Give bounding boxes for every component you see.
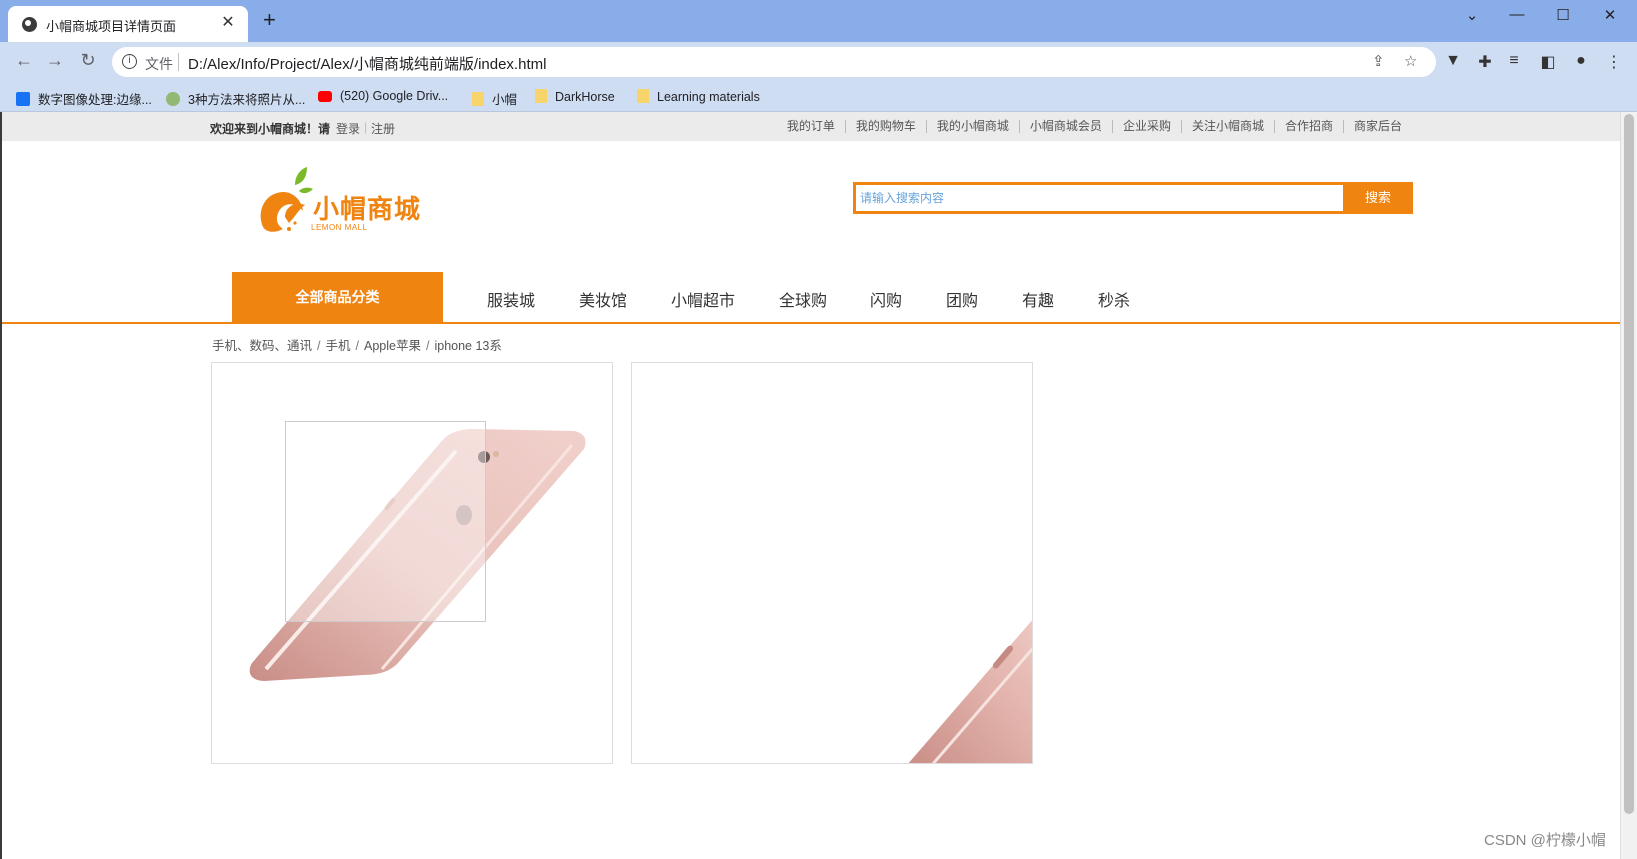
close-window-button[interactable]: ✕ bbox=[1590, 6, 1630, 24]
zoom-view bbox=[631, 362, 1033, 764]
login-link[interactable]: 登录 bbox=[336, 120, 360, 137]
browser-toolbar: ← → ↻ i 文件 D:/Alex/Info/Project/Alex/小帽商… bbox=[0, 42, 1637, 82]
menu-icon[interactable]: ⋮ bbox=[1603, 52, 1625, 72]
globe-icon bbox=[22, 17, 37, 32]
bookmark-item[interactable]: DarkHorse bbox=[535, 89, 615, 104]
logo-brand: 小帽商城 bbox=[313, 194, 422, 224]
bookmarks-bar: 数字图像处理:边缘... 3种方法来将照片从... (520) Google D… bbox=[0, 82, 1637, 112]
wikihow-icon bbox=[166, 92, 180, 106]
tab-title: 小帽商城项目详情页面 bbox=[46, 19, 177, 34]
link-cart[interactable]: 我的购物车 bbox=[844, 120, 926, 133]
bookmark-item[interactable]: Learning materials bbox=[637, 89, 760, 104]
bookmark-item[interactable]: (520) Google Driv... bbox=[318, 89, 448, 103]
url-scheme: 文件 bbox=[145, 56, 173, 72]
bookmark-label: 3种方法来将照片从... bbox=[188, 93, 306, 107]
link-my-orders[interactable]: 我的订单 bbox=[777, 120, 845, 133]
breadcrumb-item[interactable]: 手机、数码、通讯 bbox=[212, 339, 312, 353]
bookmark-label: Learning materials bbox=[657, 90, 760, 104]
divider bbox=[178, 53, 179, 71]
forward-icon[interactable]: → bbox=[43, 50, 67, 71]
magnifier-mask[interactable] bbox=[285, 421, 486, 622]
scrollbar-thumb[interactable] bbox=[1624, 114, 1634, 814]
link-follow[interactable]: 关注小帽商城 bbox=[1180, 120, 1274, 133]
main-nav: 全部商品分类 服装城 美妆馆 小帽超市 全球购 闪购 团购 有趣 秒杀 bbox=[2, 272, 1620, 324]
search-box: 搜索 bbox=[853, 182, 1413, 214]
url-text[interactable]: D:/Alex/Info/Project/Alex/小帽商城纯前端版/index… bbox=[188, 53, 546, 74]
info-icon[interactable]: i bbox=[122, 54, 137, 69]
nav-item[interactable]: 秒杀 bbox=[1098, 287, 1130, 311]
side-panel-icon[interactable]: ◧ bbox=[1537, 52, 1559, 72]
product-preview[interactable] bbox=[211, 362, 613, 764]
lemon-logo-icon bbox=[260, 167, 313, 232]
all-categories-button[interactable]: 全部商品分类 bbox=[232, 272, 443, 322]
bookmark-label: DarkHorse bbox=[555, 90, 615, 104]
welcome-text: 欢迎来到小帽商城！请 bbox=[210, 122, 331, 136]
extension-v-icon[interactable]: ▼ bbox=[1442, 52, 1464, 70]
folder-icon bbox=[472, 92, 484, 106]
logo-subtitle: LEMON MALL bbox=[311, 223, 368, 232]
breadcrumb-item[interactable]: Apple苹果 bbox=[364, 339, 421, 353]
watermark: CSDN @柠檬小帽 bbox=[1484, 832, 1606, 849]
extensions-puzzle-icon[interactable]: ✚ bbox=[1474, 52, 1496, 72]
breadcrumb-item[interactable]: 手机 bbox=[326, 339, 351, 353]
minimize-button[interactable]: — bbox=[1497, 6, 1537, 23]
back-icon[interactable]: ← bbox=[12, 50, 36, 71]
link-partner[interactable]: 合作招商 bbox=[1273, 120, 1343, 133]
bookmark-label: 数字图像处理:边缘... bbox=[38, 93, 152, 107]
zhihu-icon bbox=[16, 92, 30, 106]
nav-item[interactable]: 团购 bbox=[946, 287, 978, 311]
bookmark-item[interactable]: 数字图像处理:边缘... bbox=[16, 89, 152, 108]
link-my-mall[interactable]: 我的小帽商城 bbox=[925, 120, 1019, 133]
nav-item[interactable]: 全球购 bbox=[779, 287, 827, 311]
maximize-button[interactable]: ☐ bbox=[1543, 6, 1583, 24]
new-tab-button[interactable]: + bbox=[263, 9, 276, 31]
nav-item[interactable]: 闪购 bbox=[870, 287, 902, 311]
tab-search-icon[interactable]: ⌄ bbox=[1452, 6, 1492, 24]
bookmark-item[interactable]: 小帽 bbox=[472, 89, 517, 108]
phone-zoom-image bbox=[908, 620, 1032, 763]
link-seller[interactable]: 商家后台 bbox=[1342, 120, 1412, 133]
register-link[interactable]: 注册 bbox=[371, 120, 395, 137]
page-content: 欢迎来到小帽商城！请 登录 | 注册 我的订单 我的购物车 我的小帽商城 小帽商… bbox=[0, 112, 1620, 859]
nav-item[interactable]: 服装城 bbox=[487, 287, 535, 311]
shortcut-links: 我的订单 我的购物车 我的小帽商城 小帽商城会员 企业采购 关注小帽商城 合作招… bbox=[777, 120, 1412, 133]
share-icon[interactable]: ⇪ bbox=[1372, 52, 1385, 70]
site-logo[interactable]: 小帽商城 LEMON MALL bbox=[255, 167, 430, 239]
bookmark-item[interactable]: 3种方法来将照片从... bbox=[166, 89, 305, 108]
divider: | bbox=[364, 120, 368, 134]
reload-icon[interactable]: ↻ bbox=[76, 50, 100, 71]
nav-item[interactable]: 小帽超市 bbox=[671, 287, 735, 311]
address-bar[interactable]: i 文件 D:/Alex/Info/Project/Alex/小帽商城纯前端版/… bbox=[112, 47, 1436, 77]
folder-icon bbox=[535, 89, 547, 103]
link-enterprise[interactable]: 企业采购 bbox=[1111, 120, 1181, 133]
nav-item[interactable]: 有趣 bbox=[1022, 287, 1054, 311]
bookmark-label: (520) Google Driv... bbox=[340, 89, 449, 103]
bookmark-label: 小帽 bbox=[492, 93, 518, 107]
search-input[interactable] bbox=[860, 188, 1320, 208]
page-scrollbar[interactable] bbox=[1620, 112, 1637, 859]
breadcrumb: 手机、数码、通讯 / 手机 / Apple苹果 / iphone 13系 bbox=[212, 339, 502, 353]
search-button[interactable]: 搜索 bbox=[1343, 182, 1413, 214]
shortcut-bar: 欢迎来到小帽商城！请 登录 | 注册 我的订单 我的购物车 我的小帽商城 小帽商… bbox=[2, 112, 1620, 141]
breadcrumb-item[interactable]: iphone 13系 bbox=[434, 339, 501, 353]
browser-tab[interactable]: 小帽商城项目详情页面 ✕ bbox=[8, 6, 248, 42]
nav-item[interactable]: 美妆馆 bbox=[579, 287, 627, 311]
folder-icon bbox=[637, 89, 649, 103]
profile-avatar-icon[interactable]: ● bbox=[1570, 52, 1592, 70]
reading-list-icon[interactable]: ≡ bbox=[1503, 52, 1525, 70]
youtube-icon bbox=[318, 91, 332, 102]
bookmark-star-icon[interactable]: ☆ bbox=[1404, 52, 1417, 70]
browser-tab-strip: 小帽商城项目详情页面 ✕ + ⌄ — ☐ ✕ bbox=[0, 0, 1637, 42]
close-tab-icon[interactable]: ✕ bbox=[218, 12, 238, 32]
link-membership[interactable]: 小帽商城会员 bbox=[1018, 120, 1112, 133]
